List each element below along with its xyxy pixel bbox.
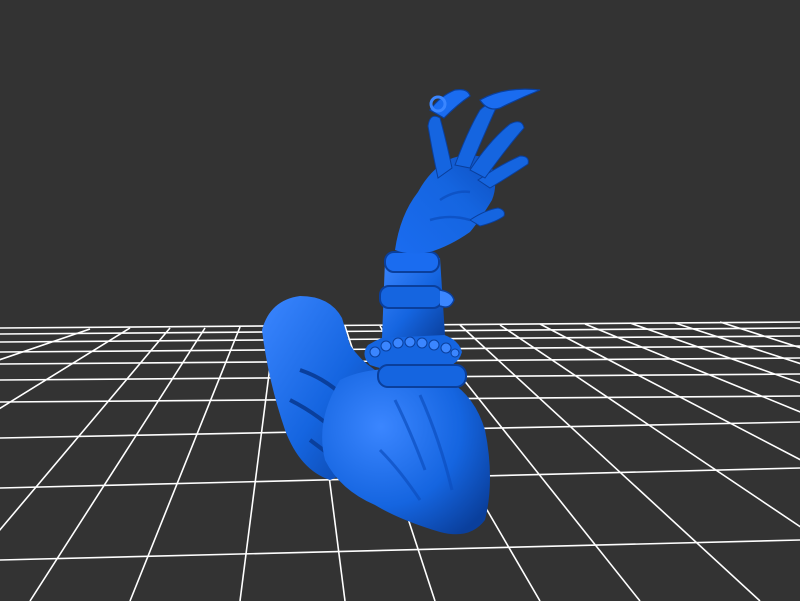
- elbow-mass: [322, 368, 490, 535]
- claw-long: [479, 88, 541, 110]
- claw-thumb: [429, 89, 471, 119]
- wrist-ring-lower: [377, 364, 467, 388]
- scene-canvas[interactable]: [0, 0, 800, 601]
- wrist-ring-mid: [379, 285, 443, 309]
- wrist-charms: [439, 289, 455, 308]
- wrist-ring-upper: [384, 251, 440, 273]
- arm-model[interactable]: [262, 88, 541, 535]
- 3d-viewport[interactable]: [0, 0, 800, 601]
- finger-thumb: [427, 115, 453, 179]
